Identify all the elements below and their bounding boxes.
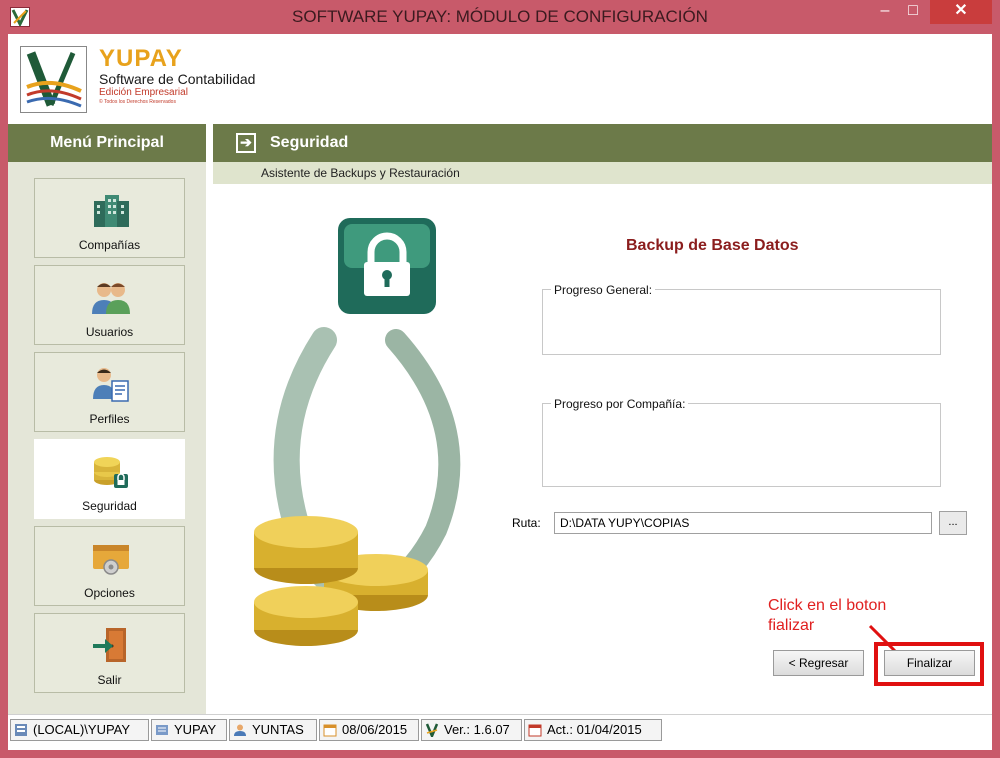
database-icon bbox=[156, 725, 168, 735]
status-update-label: Act.: 01/04/2015 bbox=[547, 722, 642, 737]
security-coins-icon bbox=[94, 457, 128, 488]
main-panel: ➔ Seguridad Asistente de Backups y Resta… bbox=[206, 124, 992, 714]
status-server: (LOCAL)\YUPAY bbox=[10, 719, 149, 741]
status-date: 08/06/2015 bbox=[319, 719, 419, 741]
client-area: YUPAY Software de Contabilidad Edición E… bbox=[8, 34, 992, 750]
progress-company-label: Progreso por Compañía: bbox=[551, 397, 689, 411]
sidebar-item-salir[interactable]: Salir bbox=[34, 613, 185, 693]
status-bar: (LOCAL)\YUPAY YUPAY YUNTAS 08/06/2015 Ve… bbox=[8, 714, 992, 744]
ruta-label: Ruta: bbox=[512, 516, 541, 530]
wizard-subtitle-bar: Asistente de Backups y Restauración bbox=[213, 162, 992, 184]
users-icon bbox=[92, 283, 130, 314]
progress-company-group: Progreso por Compañía: bbox=[542, 397, 941, 487]
status-server-label: (LOCAL)\YUPAY bbox=[33, 722, 131, 737]
progress-general-group: Progreso General: bbox=[542, 283, 941, 355]
status-database-label: YUPAY bbox=[174, 722, 217, 737]
calendar-icon bbox=[323, 724, 337, 737]
finish-button[interactable]: Finalizar bbox=[884, 650, 975, 676]
yupay-logo-icon bbox=[20, 46, 87, 113]
sidebar-item-opciones[interactable]: Opciones bbox=[34, 526, 185, 606]
sidebar-item-label: Usuarios bbox=[85, 325, 134, 339]
minimize-button[interactable]: – bbox=[872, 0, 898, 24]
status-database: YUPAY bbox=[151, 719, 227, 741]
window-title: SOFTWARE YUPAY: MÓDULO DE CONFIGURACIÓN bbox=[292, 7, 708, 26]
sidebar-item-label: Seguridad bbox=[82, 499, 137, 513]
app-window: SOFTWARE YUPAY: MÓDULO DE CONFIGURACIÓN … bbox=[0, 0, 1000, 758]
browse-button[interactable]: ... bbox=[939, 511, 967, 535]
sidebar-item-usuarios[interactable]: Usuarios bbox=[34, 265, 185, 345]
status-date-label: 08/06/2015 bbox=[342, 722, 408, 737]
title-bar[interactable]: SOFTWARE YUPAY: MÓDULO DE CONFIGURACIÓN … bbox=[0, 0, 1000, 34]
backup-illustration-icon bbox=[254, 218, 461, 646]
user-icon bbox=[234, 724, 246, 736]
buildings-icon bbox=[94, 195, 129, 227]
server-icon bbox=[15, 724, 27, 736]
options-icon bbox=[93, 545, 129, 575]
status-version: Ver.: 1.6.07 bbox=[421, 719, 522, 741]
sidebar-item-perfiles[interactable]: Perfiles bbox=[34, 352, 185, 432]
status-update: Act.: 01/04/2015 bbox=[524, 719, 662, 741]
progress-general-label: Progreso General: bbox=[551, 283, 656, 297]
status-user-label: YUNTAS bbox=[252, 722, 304, 737]
back-button[interactable]: < Regresar bbox=[773, 650, 864, 676]
wizard-subtitle: Asistente de Backups y Restauración bbox=[261, 166, 460, 180]
yupay-logo-icon bbox=[425, 723, 439, 737]
brand-subtitle: Software de Contabilidad bbox=[99, 71, 256, 87]
brand-name: YUPAY bbox=[99, 45, 183, 72]
backup-title: Backup de Base Datos bbox=[626, 237, 799, 254]
update-calendar-icon bbox=[528, 724, 542, 737]
close-button[interactable]: ✕ bbox=[930, 0, 992, 24]
sidebar-item-label: Perfiles bbox=[89, 412, 130, 426]
brand-edition: Edición Empresarial bbox=[99, 87, 188, 98]
section-header: ➔ Seguridad bbox=[213, 124, 992, 162]
status-version-label: Ver.: 1.6.07 bbox=[444, 722, 510, 737]
maximize-button[interactable]: □ bbox=[900, 0, 926, 24]
exit-door-icon bbox=[93, 628, 126, 662]
sidebar-item-label: Compañías bbox=[78, 238, 141, 252]
status-user: YUNTAS bbox=[229, 719, 317, 741]
sidebar-item-companias[interactable]: Compañías bbox=[34, 178, 185, 258]
sidebar-item-seguridad[interactable]: Seguridad bbox=[34, 439, 185, 519]
brand-block: YUPAY Software de Contabilidad Edición E… bbox=[99, 45, 256, 106]
arrow-right-icon: ➔ bbox=[236, 133, 256, 153]
sidebar: Menú Principal Compañías Usuarios Perfil… bbox=[8, 124, 206, 714]
sidebar-item-label: Salir bbox=[97, 673, 122, 687]
profile-icon bbox=[93, 368, 129, 402]
brand-copyright: © Todos los Derechos Reservados bbox=[99, 99, 176, 105]
section-title: Seguridad bbox=[270, 134, 349, 151]
sidebar-item-label: Opciones bbox=[84, 586, 135, 600]
header: YUPAY Software de Contabilidad Edición E… bbox=[8, 34, 992, 124]
ruta-input[interactable] bbox=[554, 512, 932, 534]
sidebar-title: Menú Principal bbox=[8, 124, 206, 162]
